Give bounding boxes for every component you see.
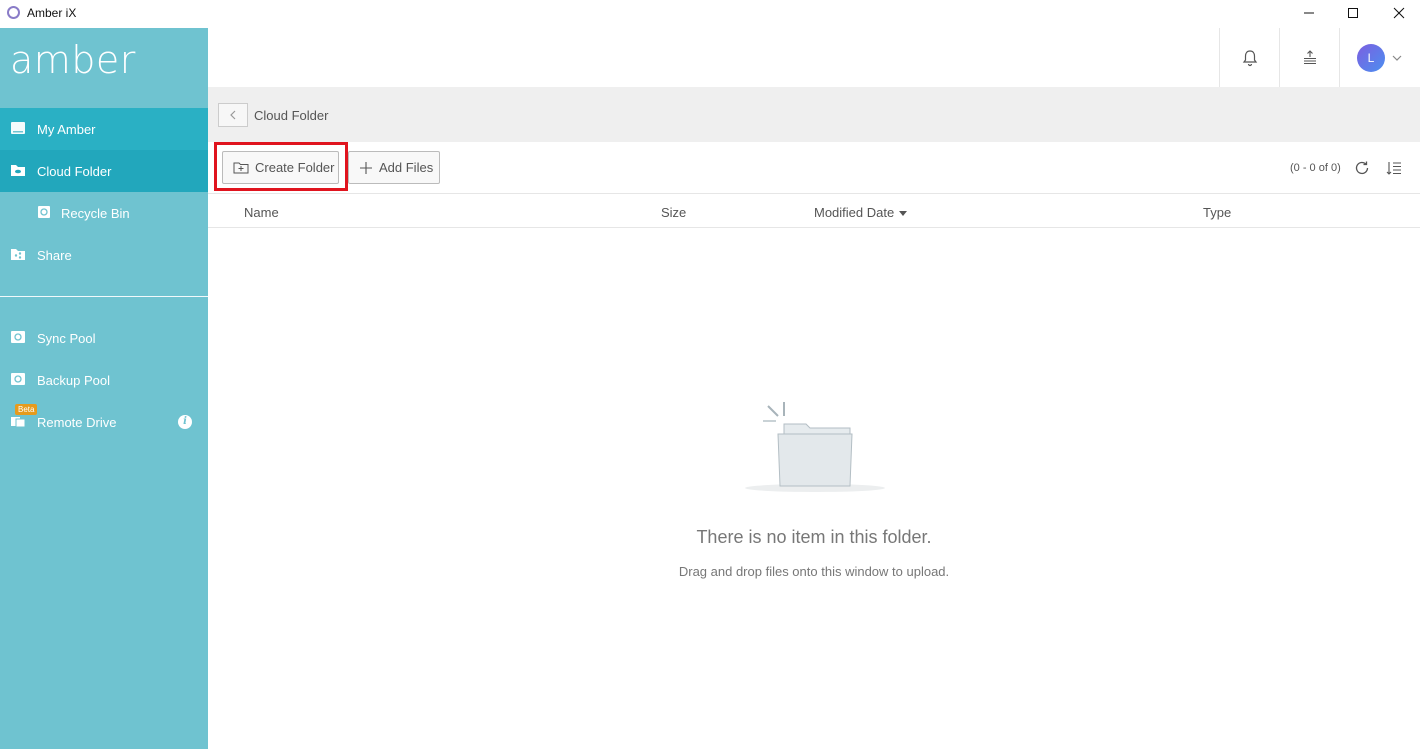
avatar: L: [1357, 43, 1385, 72]
sidebar-item-share[interactable]: Share: [0, 234, 208, 276]
sidebar-item-my-amber[interactable]: My Amber: [0, 108, 208, 150]
minimize-button[interactable]: [1286, 0, 1332, 26]
sidebar-item-sync-pool[interactable]: Sync Pool: [0, 317, 208, 359]
column-type[interactable]: Type: [1203, 205, 1231, 220]
toolbar: Create Folder Add Files (0 - 0 of 0): [208, 142, 1420, 194]
sidebar-item-label: Remote Drive: [37, 415, 117, 430]
maximize-button[interactable]: [1330, 0, 1376, 26]
new-folder-icon: [233, 162, 249, 173]
add-files-button[interactable]: Add Files: [348, 151, 440, 184]
window-title-bar: Amber iX: [0, 0, 1420, 26]
sort-desc-icon: [899, 211, 908, 217]
create-folder-button[interactable]: Create Folder: [222, 151, 339, 184]
empty-folder-illustration: [745, 402, 885, 492]
plus-icon: [360, 161, 372, 174]
create-folder-label: Create Folder: [255, 160, 335, 175]
item-counter: (0 - 0 of 0): [1290, 162, 1341, 174]
amber-logo: amber: [10, 38, 136, 82]
transfer-stack-icon: [1303, 49, 1316, 64]
user-menu-button[interactable]: L: [1339, 28, 1420, 87]
cloud-folder-icon: [11, 165, 25, 176]
sync-pool-icon: [11, 331, 25, 343]
backup-pool-icon: [11, 373, 25, 385]
close-button[interactable]: [1376, 0, 1420, 26]
transfers-button[interactable]: [1279, 28, 1339, 87]
refresh-icon[interactable]: [1353, 159, 1371, 177]
my-amber-icon: [11, 122, 25, 134]
sidebar-item-label: Share: [37, 248, 72, 263]
back-button[interactable]: [218, 103, 248, 127]
sidebar-item-label: Sync Pool: [37, 331, 96, 346]
sidebar-item-label: My Amber: [37, 122, 96, 137]
column-name[interactable]: Name: [244, 205, 279, 220]
bell-icon: [1242, 49, 1257, 66]
column-modified-date[interactable]: Modified Date: [814, 205, 908, 220]
breadcrumb: Cloud Folder: [208, 87, 1420, 142]
app-icon: [7, 6, 20, 19]
info-icon[interactable]: i: [178, 415, 192, 429]
sidebar: amber My Amber Cloud Folder Recycle Bin …: [0, 28, 208, 749]
notifications-button[interactable]: [1219, 28, 1279, 87]
recycle-bin-icon: [38, 206, 50, 218]
column-modified-date-label: Modified Date: [814, 205, 895, 220]
table-header: Name Size Modified Date Type: [208, 195, 1420, 228]
share-icon: [11, 249, 25, 260]
column-size[interactable]: Size: [661, 205, 686, 220]
empty-state-title: There is no item in this folder.: [696, 527, 932, 547]
breadcrumb-current: Cloud Folder: [254, 108, 329, 123]
sort-list-icon[interactable]: [1385, 159, 1403, 177]
sidebar-item-cloud-folder[interactable]: Cloud Folder: [0, 150, 208, 192]
remote-drive-icon: [11, 417, 26, 428]
top-header: L: [208, 28, 1420, 87]
sidebar-item-label: Backup Pool: [37, 373, 110, 388]
beta-badge: Beta: [15, 404, 38, 415]
sidebar-item-recycle-bin[interactable]: Recycle Bin: [0, 192, 208, 234]
sidebar-item-backup-pool[interactable]: Backup Pool: [0, 359, 208, 401]
chevron-left-icon: [230, 110, 236, 120]
sidebar-item-label: Cloud Folder: [37, 164, 112, 179]
add-files-label: Add Files: [379, 160, 434, 175]
chevron-down-icon: [1392, 55, 1402, 61]
sidebar-divider: [0, 296, 208, 297]
sidebar-item-label: Recycle Bin: [61, 206, 130, 221]
window-title: Amber iX: [27, 6, 77, 20]
empty-state-subtitle: Drag and drop files onto this window to …: [678, 564, 950, 579]
